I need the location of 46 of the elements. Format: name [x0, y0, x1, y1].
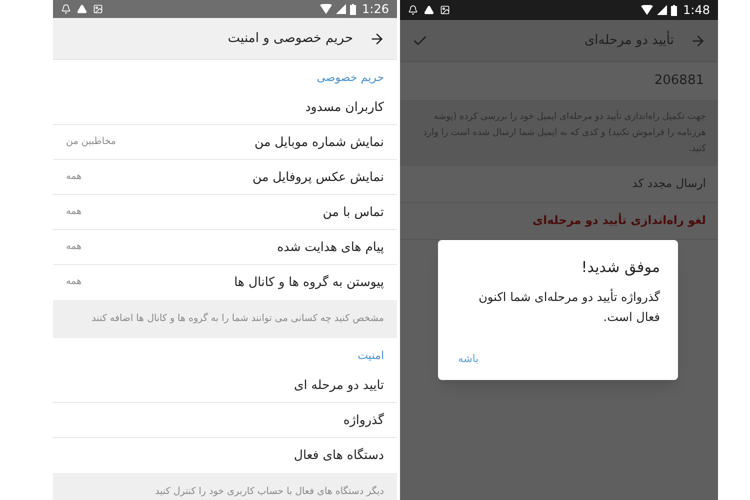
setting-label: تایید دو مرحله ای [294, 376, 384, 394]
bell-icon [408, 5, 418, 15]
setting-label: پیوستن به گروه ها و کانال ها [234, 273, 384, 292]
battery-icon [671, 4, 678, 16]
setting-label: دستگاه های فعال [294, 446, 384, 464]
warning-icon [77, 4, 87, 14]
setting-label: تماس با من [322, 202, 384, 221]
setting-label: نمایش شماره موبایل من [254, 132, 384, 151]
toolbar-title: حریم خصوصی و امنیت [228, 30, 353, 48]
dialog-message: گذرواژه تأیید دو مرحله‌ای شما اکنون فعال است. [478, 288, 660, 326]
wifi-icon [320, 4, 332, 14]
settings-row[interactable]: تایید دو مرحله ای [53, 368, 397, 403]
image-icon [440, 5, 450, 15]
section-header: امنیت [358, 348, 384, 364]
status-time: 1:26 [362, 1, 389, 18]
setting-label: گذرواژه [343, 410, 384, 429]
settings-row[interactable]: تماس با من همه [53, 195, 397, 230]
settings-row[interactable]: نمایش شماره موبایل من مخاطبین من [53, 125, 397, 160]
setting-label: کاربران مسدود [305, 98, 384, 116]
settings-row[interactable]: پیوستن به گروه ها و کانال ها همه [53, 265, 397, 300]
setting-value: همه [66, 170, 82, 184]
settings-row[interactable]: پیام های هدایت شده همه [53, 230, 397, 265]
image-icon [93, 4, 103, 14]
setting-value: همه [66, 275, 82, 290]
settings-row[interactable]: کاربران مسدود [53, 90, 397, 125]
section-header: حریم خصوصی [316, 70, 384, 86]
back-icon[interactable] [369, 30, 385, 46]
setting-label: پیام های هدایت شده [277, 238, 384, 256]
signal-icon [336, 4, 346, 14]
status-time: 1:48 [683, 2, 710, 19]
setting-value: همه [66, 204, 82, 219]
settings-row[interactable]: نمایش عکس پروفایل من همه [53, 160, 397, 195]
battery-icon [350, 4, 356, 14]
signal-icon [657, 5, 668, 15]
warning-icon [424, 5, 434, 15]
bell-icon [61, 4, 71, 14]
setting-value: همه [66, 240, 82, 254]
section-footer: دیگر دستگاه های فعال با حساب کاربری خود را کنترل کنید [155, 485, 384, 499]
section-footer: مشخص کنید چه کسانی می توانند شما را به گروه ها و کانال ها اضافه کنند [92, 312, 384, 326]
dialog-title: موفق شدید! [580, 257, 660, 278]
wifi-icon [641, 5, 654, 15]
setting-value: مخاطبین من [66, 134, 116, 149]
toolbar-title: تأیید دو مرحله‌ای [584, 30, 674, 50]
setting-label: نمایش عکس پروفایل من [252, 168, 384, 186]
settings-row[interactable]: گذرواژه [53, 403, 397, 438]
settings-row[interactable]: دستگاه های فعال [53, 438, 397, 473]
